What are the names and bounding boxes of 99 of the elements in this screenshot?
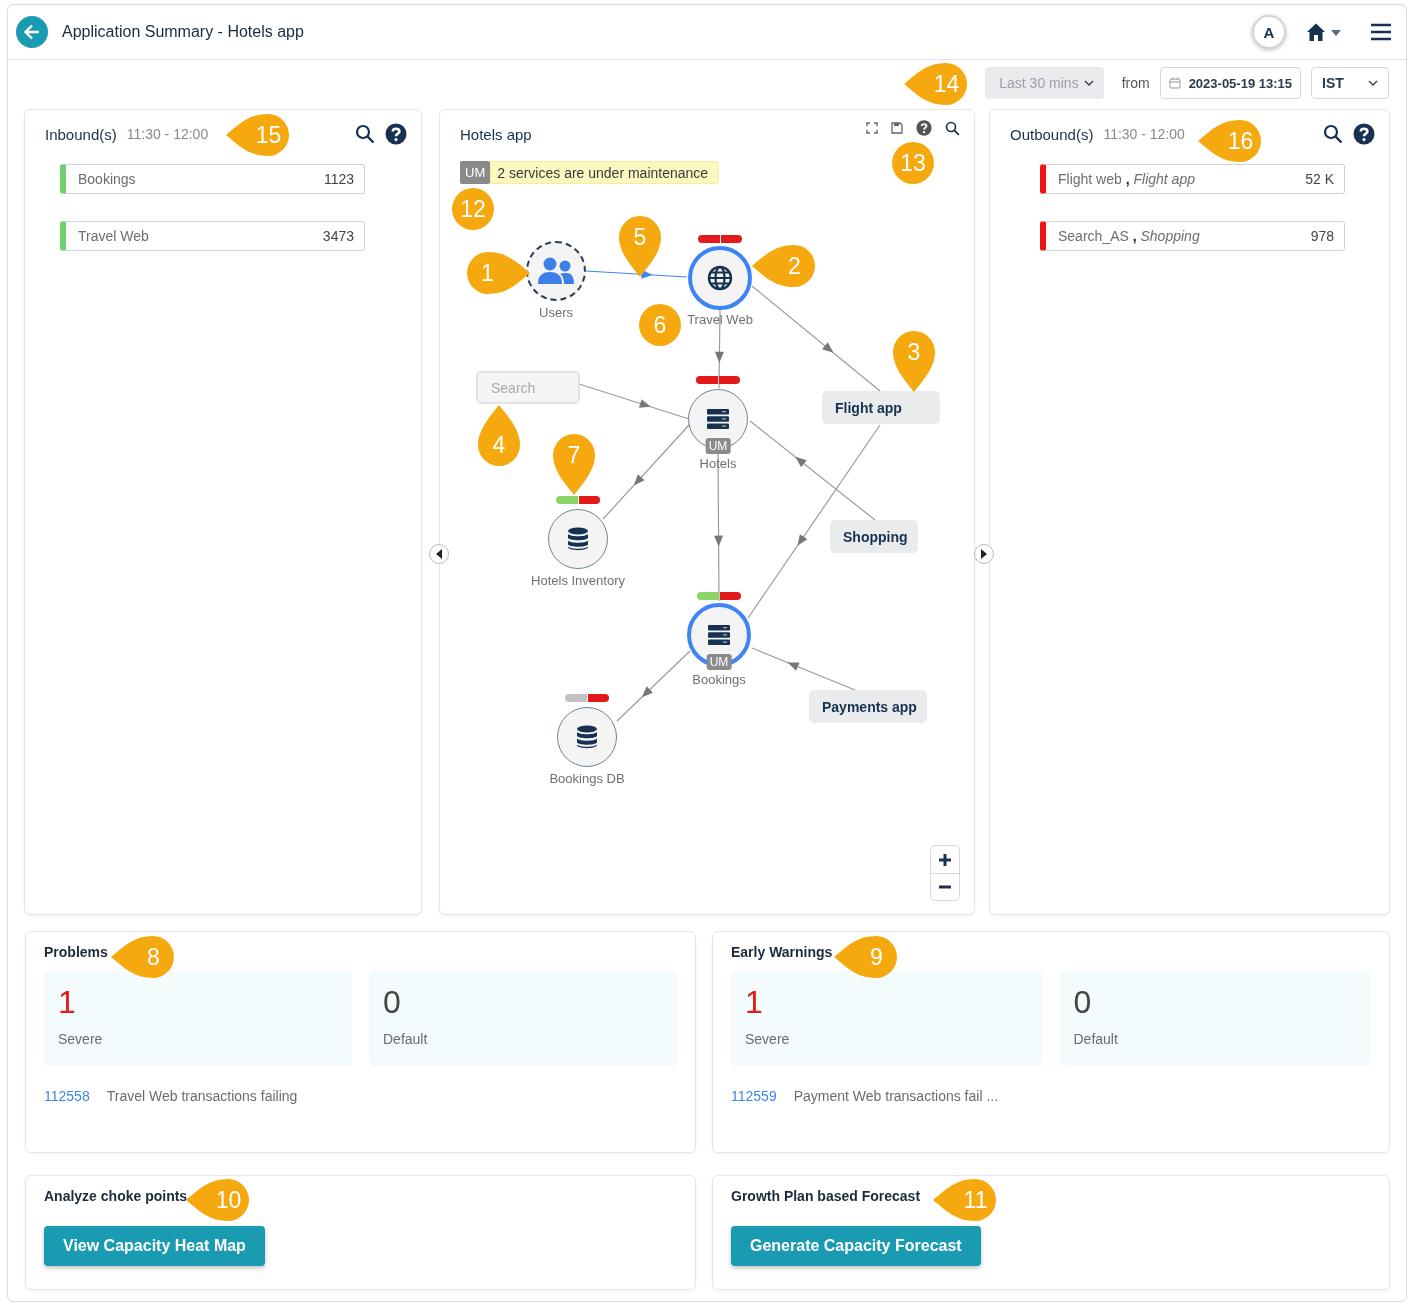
node-label: Bookings bbox=[692, 672, 746, 687]
service-node[interactable]: Shopping bbox=[830, 520, 918, 553]
maintenance-badge: UM bbox=[460, 161, 491, 184]
back-button[interactable] bbox=[16, 16, 48, 48]
flow-name: Flight web , Flight app bbox=[1058, 171, 1195, 187]
flow-name: Search_AS , Shopping bbox=[1058, 228, 1200, 244]
callout-marker: 7 bbox=[552, 433, 596, 495]
flow-item[interactable]: Flight web , Flight app 52 K bbox=[1040, 164, 1345, 194]
callout-marker: 9 bbox=[834, 935, 898, 979]
database-icon bbox=[576, 725, 598, 749]
incident-text: Travel Web transactions failing bbox=[106, 1088, 298, 1104]
callout-marker: 14 bbox=[904, 62, 968, 106]
callout-marker: 15 bbox=[226, 113, 290, 157]
callout-marker: 13 bbox=[892, 142, 934, 184]
flow-item[interactable]: Bookings 1123 bbox=[60, 164, 365, 194]
panel-title: Outbound(s) bbox=[1010, 125, 1094, 143]
flow-count: 978 bbox=[1310, 228, 1334, 244]
node-label: Bookings DB bbox=[549, 771, 625, 786]
flow-item[interactable]: Search_AS , Shopping 978 bbox=[1040, 221, 1345, 251]
panel-title: Inbound(s) bbox=[45, 125, 117, 143]
save-icon[interactable] bbox=[891, 122, 903, 134]
caret-icon bbox=[1083, 79, 1094, 87]
flow-count: 3473 bbox=[322, 228, 354, 244]
help-icon[interactable] bbox=[385, 123, 407, 145]
count-tile[interactable]: 0 Default bbox=[1059, 971, 1371, 1066]
service-node[interactable] bbox=[526, 241, 586, 301]
node-label: Travel Web bbox=[687, 312, 753, 327]
calendar-icon bbox=[1168, 77, 1181, 89]
date-field[interactable]: 2023-05-19 13:15 bbox=[1159, 67, 1301, 99]
arrow-left-icon bbox=[23, 23, 41, 41]
plus-icon bbox=[938, 852, 952, 867]
fullscreen-icon[interactable] bbox=[866, 122, 878, 134]
database-icon bbox=[567, 527, 589, 551]
count-value: 0 bbox=[383, 985, 402, 1019]
count-label: Default bbox=[1073, 1031, 1119, 1047]
count-label: Default bbox=[383, 1031, 429, 1047]
home-menu-button[interactable] bbox=[1306, 22, 1342, 42]
flow-item[interactable]: Travel Web 3473 bbox=[60, 221, 365, 251]
search-icon[interactable] bbox=[1323, 124, 1343, 144]
time-range: 11:30 - 12:00 bbox=[1103, 126, 1185, 142]
server-icon bbox=[707, 624, 731, 646]
service-node[interactable]: Flight app bbox=[822, 391, 940, 424]
globe-icon bbox=[707, 265, 733, 291]
users-icon bbox=[537, 257, 575, 285]
node-label: Users bbox=[539, 305, 573, 320]
collapse-left-icon[interactable] bbox=[429, 544, 449, 564]
service-node[interactable] bbox=[688, 246, 752, 310]
callout-marker: 8 bbox=[111, 935, 175, 979]
count-label: Severe bbox=[58, 1031, 104, 1047]
callout-marker: 3 bbox=[892, 330, 936, 392]
card-title: Analyze choke points bbox=[44, 1188, 188, 1204]
panel-title: Hotels app bbox=[460, 125, 532, 143]
incident-link[interactable]: 112559 bbox=[731, 1088, 777, 1104]
service-node[interactable]: Payments app bbox=[809, 690, 927, 723]
count-tile[interactable]: 0 Default bbox=[369, 971, 677, 1066]
callout-marker: 10 bbox=[186, 1178, 250, 1222]
flow-count: 1123 bbox=[323, 171, 354, 187]
callout-marker: 6 bbox=[639, 304, 681, 346]
flow-name: Bookings bbox=[78, 171, 136, 187]
count-value: 1 bbox=[58, 985, 77, 1019]
collapse-right-icon[interactable] bbox=[974, 544, 994, 564]
card-title: Growth Plan based Forecast bbox=[731, 1188, 921, 1204]
callout-marker: 5 bbox=[618, 215, 662, 277]
caret-icon bbox=[1368, 79, 1378, 87]
maintenance-banner: 2 services are under maintenance bbox=[490, 161, 720, 184]
incident-text: Payment Web transactions fail ... bbox=[793, 1088, 999, 1104]
callout-marker: 16 bbox=[1198, 119, 1262, 163]
count-value: 1 bbox=[745, 985, 764, 1019]
count-value: 0 bbox=[1073, 985, 1093, 1019]
card-title: Early Warnings bbox=[731, 944, 833, 960]
callout-marker: 11 bbox=[933, 1178, 997, 1222]
page-title: Application Summary - Hotels app bbox=[62, 23, 305, 41]
help-icon[interactable] bbox=[1353, 123, 1375, 145]
count-tile[interactable]: 1 Severe bbox=[44, 971, 352, 1066]
from-label: from bbox=[1121, 75, 1150, 91]
search-icon[interactable] bbox=[945, 120, 960, 136]
menu-icon[interactable] bbox=[1370, 23, 1392, 41]
service-node[interactable] bbox=[548, 509, 608, 569]
timezone-dropdown[interactable]: IST bbox=[1311, 67, 1389, 99]
callout-marker: 4 bbox=[477, 405, 521, 467]
node-label: Hotels Inventory bbox=[531, 573, 625, 588]
callout-marker: 12 bbox=[452, 188, 494, 230]
flow-name: Travel Web bbox=[78, 228, 149, 244]
incident-link[interactable]: 112558 bbox=[44, 1088, 90, 1104]
server-icon bbox=[706, 408, 730, 430]
avatar-button[interactable]: A bbox=[1252, 15, 1286, 49]
card-title: Problems bbox=[44, 944, 108, 960]
search-icon[interactable] bbox=[355, 124, 375, 144]
callout-marker: 2 bbox=[752, 244, 816, 288]
count-tile[interactable]: 1 Severe bbox=[731, 971, 1043, 1066]
flow-count: 52 K bbox=[1305, 171, 1334, 187]
service-node[interactable] bbox=[557, 707, 617, 767]
maintenance-badge: UM bbox=[705, 438, 731, 454]
count-label: Severe bbox=[745, 1031, 791, 1047]
time-range: 11:30 - 12:00 bbox=[126, 126, 209, 142]
callout-marker: 1 bbox=[466, 251, 530, 295]
maintenance-badge: UM bbox=[706, 654, 732, 670]
node-label: Hotels bbox=[699, 456, 737, 471]
help-icon[interactable] bbox=[916, 120, 932, 136]
